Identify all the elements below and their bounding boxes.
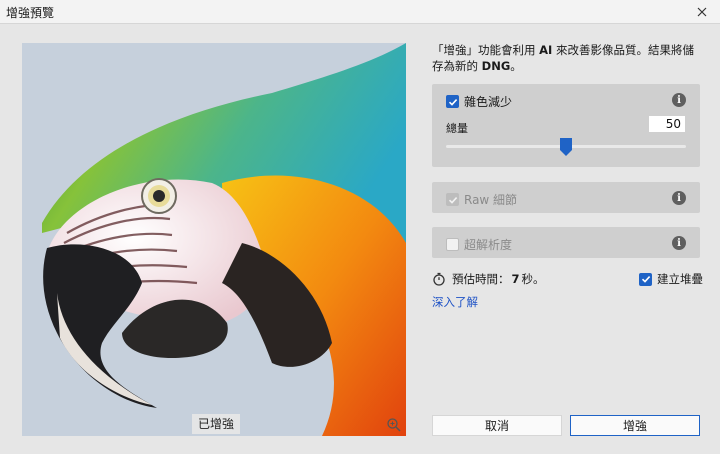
raw-details-panel: Raw 細節 i [432, 182, 700, 213]
create-stack-checkbox[interactable] [639, 272, 652, 286]
enhance-button[interactable]: 增強 [570, 415, 700, 436]
zoom-icon[interactable] [386, 417, 402, 433]
image-preview[interactable]: 已增強 [22, 43, 406, 436]
super-resolution-checkbox[interactable] [446, 238, 459, 251]
raw-details-checkbox[interactable] [446, 193, 459, 206]
super-resolution-panel: 超解析度 i [432, 227, 700, 258]
estimate-row: 預估時間： 7 秒。 [432, 271, 545, 287]
title-bar: 增強預覽 [0, 0, 720, 24]
description-part1: 「增強」功能會利用 [432, 43, 540, 57]
check-icon [448, 196, 457, 204]
amount-label: 總量 [446, 122, 468, 135]
raw-details-label: Raw 細節 [464, 193, 518, 207]
estimate-prefix: 預估時間： [452, 272, 510, 286]
description-text: 「增強」功能會利用 AI 來改善影像品質。結果將儲存為新的 DNG。 [432, 42, 702, 74]
amount-input[interactable]: 50 [648, 115, 686, 133]
window-title: 增強預覽 [6, 6, 55, 20]
info-icon[interactable]: i [672, 236, 686, 250]
stopwatch-icon [433, 272, 445, 286]
create-stack-toggle[interactable]: 建立堆疊 [639, 271, 703, 287]
super-resolution-label: 超解析度 [464, 238, 513, 252]
description-dng: DNG [481, 59, 511, 73]
parrot-photo [22, 43, 406, 436]
close-icon [697, 7, 707, 17]
estimate-value: 7 [511, 272, 520, 286]
preview-state-label: 已增強 [192, 414, 241, 434]
info-icon[interactable]: i [672, 93, 686, 107]
noise-reduction-panel: 雜色減少 i 總量 50 [432, 84, 700, 167]
check-icon [448, 98, 457, 106]
check-icon [641, 276, 650, 283]
create-stack-label: 建立堆疊 [657, 272, 703, 286]
noise-reduction-label: 雜色減少 [464, 95, 513, 109]
info-icon[interactable]: i [672, 191, 686, 205]
description-ai: AI [539, 43, 553, 57]
raw-details-toggle[interactable]: Raw 細節 [446, 191, 517, 208]
estimate-suffix: 秒。 [521, 272, 545, 286]
slider-thumb[interactable] [560, 138, 572, 156]
cancel-button[interactable]: 取消 [432, 415, 562, 436]
super-resolution-toggle[interactable]: 超解析度 [446, 236, 512, 253]
learn-more-link[interactable]: 深入了解 [432, 294, 478, 310]
noise-reduction-toggle[interactable]: 雜色減少 [446, 93, 512, 110]
noise-reduction-checkbox[interactable] [446, 95, 459, 108]
close-button[interactable] [692, 2, 712, 22]
description-part3: 。 [510, 59, 522, 73]
